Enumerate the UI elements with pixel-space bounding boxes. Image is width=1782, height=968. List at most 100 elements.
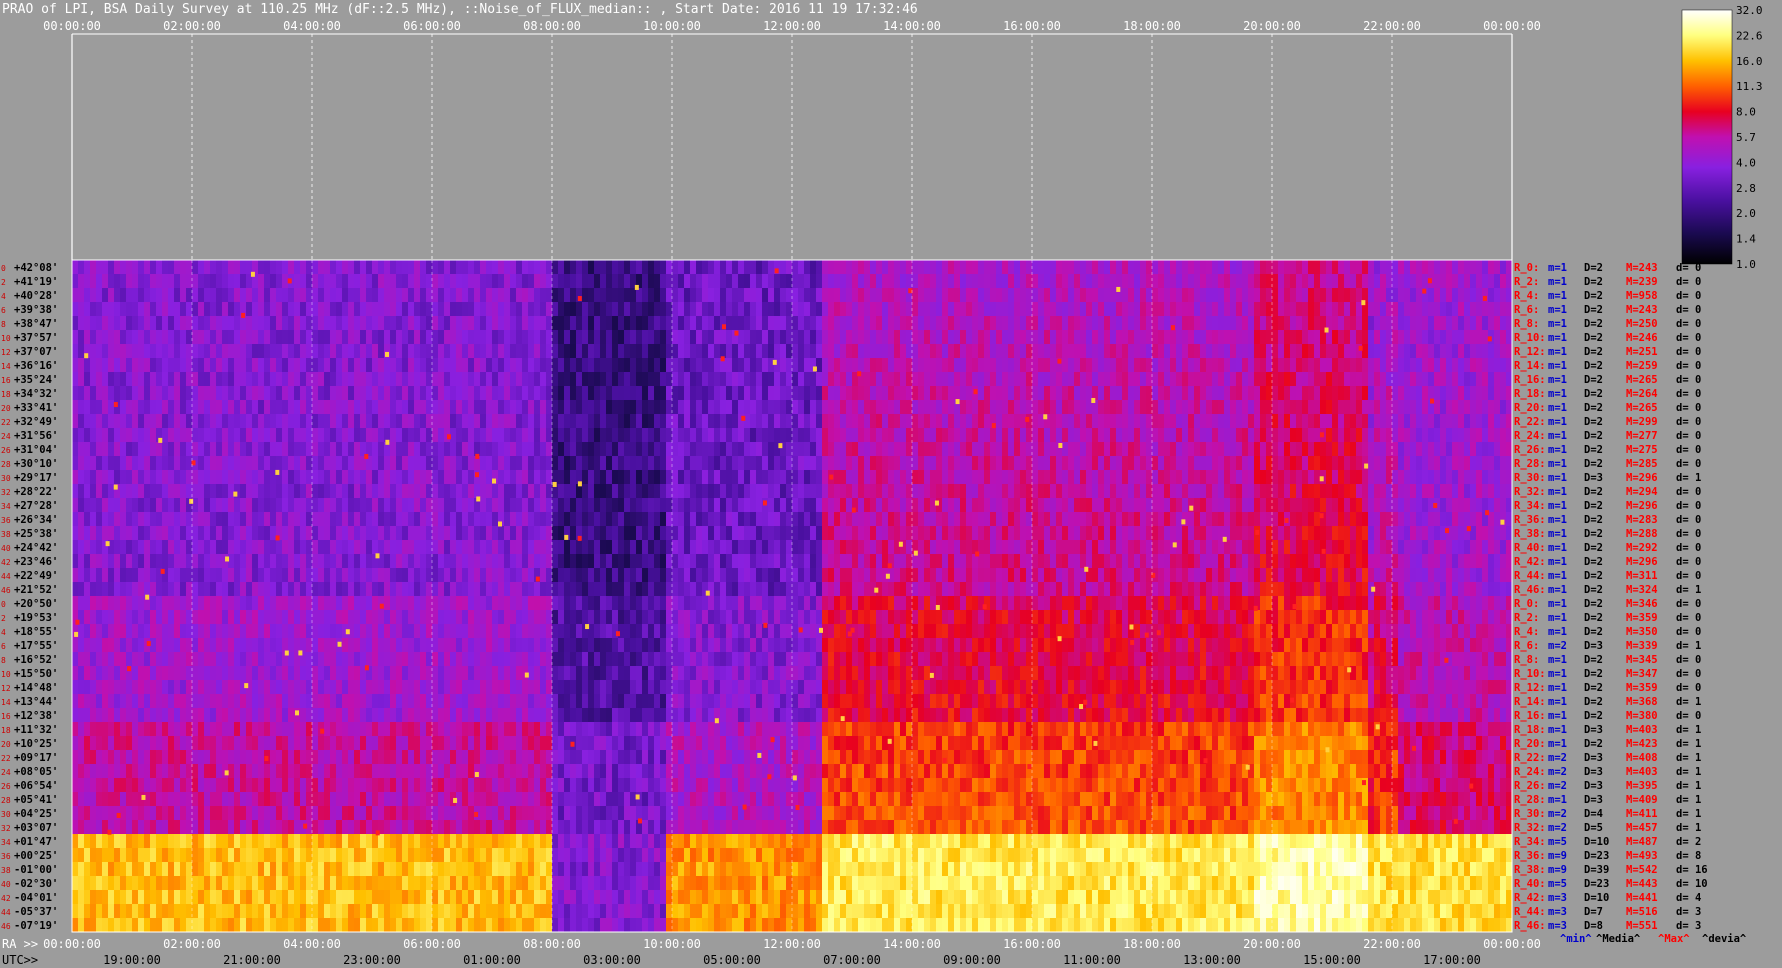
- receiver-id: R_46:: [1514, 920, 1546, 932]
- receiver-median: D=2: [1584, 682, 1603, 694]
- receiver-id: R_38:: [1514, 864, 1546, 876]
- receiver-min: m=1: [1548, 486, 1567, 498]
- colorbar-tick-label: 22.6: [1736, 29, 1763, 42]
- receiver-id: R_10:: [1514, 668, 1546, 680]
- receiver-min: m=3: [1548, 892, 1567, 904]
- receiver-max: M=299: [1626, 416, 1658, 428]
- receiver-deviation: d= 4: [1676, 892, 1701, 904]
- declination-label: -01°00': [14, 864, 58, 876]
- receiver-median: D=3: [1584, 640, 1603, 652]
- receiver-deviation: d= 0: [1676, 500, 1701, 512]
- ra-tick-label: 02:00:00: [163, 937, 221, 951]
- row-index: 22: [1, 754, 11, 763]
- declination-label: +42°08': [14, 262, 58, 274]
- receiver-median: D=2: [1584, 626, 1603, 638]
- receiver-deviation: d= 2: [1676, 836, 1701, 848]
- ra-tick-label: 00:00:00: [1483, 937, 1541, 951]
- receiver-id: R_34:: [1514, 836, 1546, 848]
- receiver-min: m=1: [1548, 444, 1567, 456]
- receiver-id: R_26:: [1514, 444, 1546, 456]
- row-index: 20: [1, 740, 11, 749]
- receiver-max: M=395: [1626, 780, 1658, 792]
- receiver-median: D=2: [1584, 654, 1603, 666]
- declination-label: +15°50': [14, 668, 58, 680]
- receiver-median: D=2: [1584, 360, 1603, 372]
- receiver-median: D=39: [1584, 864, 1609, 876]
- receiver-median: D=4: [1584, 808, 1603, 820]
- receiver-min: m=1: [1548, 500, 1567, 512]
- ra-tick-label: 16:00:00: [1003, 937, 1061, 951]
- receiver-id: R_20:: [1514, 738, 1546, 750]
- receiver-min: m=1: [1548, 430, 1567, 442]
- receiver-median: D=3: [1584, 724, 1603, 736]
- row-index: 44: [1, 572, 11, 581]
- receiver-deviation: d= 3: [1676, 920, 1701, 932]
- receiver-id: R_28:: [1514, 794, 1546, 806]
- receiver-median: D=2: [1584, 444, 1603, 456]
- receiver-median: D=2: [1584, 430, 1603, 442]
- row-index: 46: [1, 586, 11, 595]
- row-index: 28: [1, 796, 11, 805]
- utc-tick-label: 15:00:00: [1303, 953, 1361, 967]
- row-index: 24: [1, 768, 11, 777]
- row-index: 10: [1, 334, 11, 343]
- receiver-median: D=2: [1584, 458, 1603, 470]
- receiver-median: D=2: [1584, 318, 1603, 330]
- declination-label: +31°56': [14, 430, 58, 442]
- receiver-id: R_8:: [1514, 318, 1539, 330]
- receiver-median: D=2: [1584, 486, 1603, 498]
- receiver-id: R_30:: [1514, 808, 1546, 820]
- row-index: 36: [1, 516, 11, 525]
- ra-tick-label: 22:00:00: [1363, 937, 1421, 951]
- legend-footer-item: ^min^: [1560, 933, 1592, 945]
- receiver-deviation: d= 0: [1676, 444, 1701, 456]
- receiver-median: D=2: [1584, 388, 1603, 400]
- receiver-deviation: d= 3: [1676, 906, 1701, 918]
- receiver-min: m=1: [1548, 360, 1567, 372]
- declination-label: +37°57': [14, 332, 58, 344]
- receiver-max: M=551: [1626, 920, 1658, 932]
- receiver-min: m=1: [1548, 584, 1567, 596]
- receiver-id: R_18:: [1514, 388, 1546, 400]
- receiver-min: m=3: [1548, 906, 1567, 918]
- receiver-max: M=403: [1626, 724, 1658, 736]
- row-index: 38: [1, 866, 11, 875]
- receiver-min: m=1: [1548, 710, 1567, 722]
- top-tick-label: 14:00:00: [883, 19, 941, 33]
- top-tick-label: 20:00:00: [1243, 19, 1301, 33]
- receiver-median: D=2: [1584, 584, 1603, 596]
- receiver-min: m=2: [1548, 766, 1567, 778]
- ra-tick-label: 08:00:00: [523, 937, 581, 951]
- receiver-deviation: d= 0: [1676, 668, 1701, 680]
- row-index: 14: [1, 698, 11, 707]
- receiver-median: D=2: [1584, 598, 1603, 610]
- receiver-id: R_22:: [1514, 752, 1546, 764]
- receiver-deviation: d= 1: [1676, 472, 1701, 484]
- top-tick-label: 02:00:00: [163, 19, 221, 33]
- receiver-max: M=403: [1626, 766, 1658, 778]
- receiver-max: M=409: [1626, 794, 1658, 806]
- legend-footer-item: ^Max^: [1658, 933, 1690, 945]
- receiver-min: m=2: [1548, 808, 1567, 820]
- declination-label: +31°04': [14, 444, 58, 456]
- receiver-id: R_4:: [1514, 290, 1539, 302]
- receiver-max: M=408: [1626, 752, 1658, 764]
- row-index: 30: [1, 474, 11, 483]
- receiver-id: R_8:: [1514, 654, 1539, 666]
- row-index: 36: [1, 852, 11, 861]
- receiver-id: R_24:: [1514, 430, 1546, 442]
- receiver-id: R_44:: [1514, 570, 1546, 582]
- declination-label: +06°54': [14, 780, 58, 792]
- receiver-deviation: d= 0: [1676, 598, 1701, 610]
- receiver-deviation: d= 16: [1676, 864, 1708, 876]
- receiver-median: D=2: [1584, 542, 1603, 554]
- declination-label: +39°38': [14, 304, 58, 316]
- colorbar-tick-label: 4.0: [1736, 156, 1756, 169]
- receiver-min: m=5: [1548, 878, 1567, 890]
- receiver-median: D=10: [1584, 892, 1609, 904]
- declination-label: +33°41': [14, 402, 58, 414]
- receiver-deviation: d= 0: [1676, 360, 1701, 372]
- receiver-max: M=368: [1626, 696, 1658, 708]
- receiver-id: R_16:: [1514, 710, 1546, 722]
- utc-tick-label: 13:00:00: [1183, 953, 1241, 967]
